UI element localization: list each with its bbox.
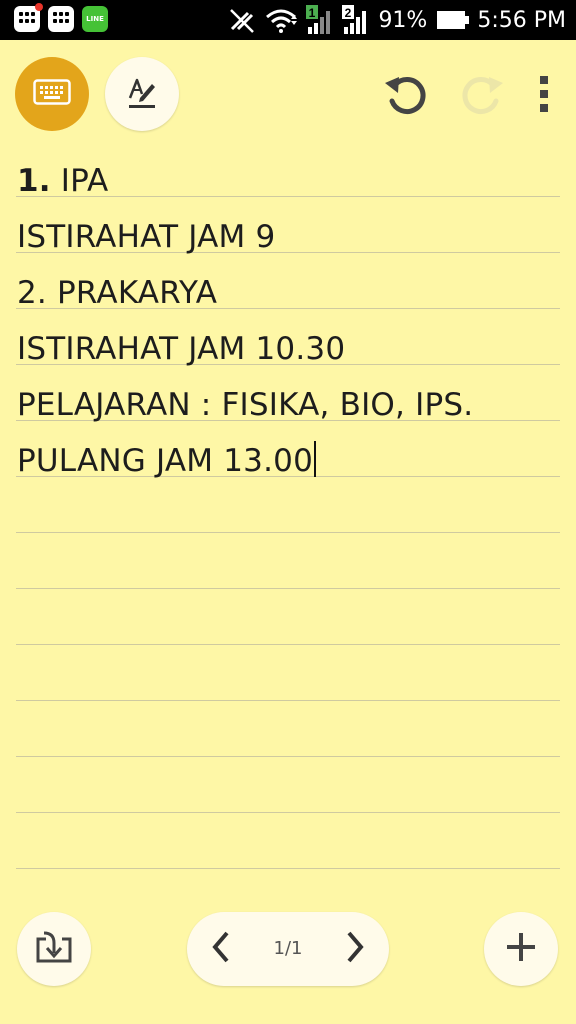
sim2-label: 2 [345, 6, 352, 20]
ruled-line [16, 868, 560, 869]
add-icon [504, 930, 538, 968]
battery-icon [437, 10, 470, 30]
page-navigator: 1/1 [187, 912, 389, 986]
ruled-line [16, 756, 560, 757]
note-line-6: PULANG JAM 13.00 [17, 441, 316, 481]
redo-icon [457, 71, 507, 121]
chevron-right-icon [345, 931, 365, 967]
import-button[interactable] [17, 912, 91, 986]
handwriting-icon [124, 74, 160, 114]
ruled-line [16, 644, 560, 645]
add-page-button[interactable] [484, 912, 558, 986]
note-line-4-text: ISTIRAHAT JAM 10.30 [17, 331, 346, 367]
line-app-icon: LINE [82, 6, 108, 32]
note-line-6-text: PULANG JAM 13.00 [17, 443, 313, 479]
bbm-notification-icon [14, 3, 43, 32]
note-line-4: ISTIRAHAT JAM 10.30 [17, 329, 345, 369]
text-cursor [314, 441, 316, 477]
note-line-2: ISTIRAHAT JAM 9 [17, 217, 275, 257]
keyboard-mode-button[interactable] [15, 57, 89, 131]
undo-icon [381, 71, 431, 121]
note-line-3-text: 2. PRAKARYA [17, 275, 218, 311]
note-line-1: 1. IPA [17, 161, 108, 201]
previous-page-button[interactable] [201, 925, 241, 973]
chevron-left-icon [211, 931, 231, 967]
note-line-5: PELAJARAN : FISIKA, BIO, IPS. [17, 385, 473, 425]
note-line-1-text: IPA [50, 163, 109, 199]
ruled-line [16, 588, 560, 589]
handwriting-mode-button[interactable] [105, 57, 179, 131]
more-options-button[interactable] [530, 70, 558, 122]
ruled-line [16, 700, 560, 701]
no-sync-icon [228, 7, 256, 33]
signal-sim1-icon: 1 [306, 5, 334, 35]
note-line-3: 2. PRAKARYA [17, 273, 217, 313]
status-bar: LINE 1 2 91% 5:56 PM [0, 0, 576, 40]
bbm-icon [48, 6, 74, 32]
sim1-label: 1 [309, 6, 316, 20]
note-line-2-text: ISTIRAHAT JAM 9 [17, 219, 276, 255]
keyboard-icon [33, 79, 71, 109]
signal-sim2-icon: 2 [342, 5, 370, 35]
line-app-label: LINE [86, 15, 104, 23]
page-indicator: 1/1 [273, 938, 303, 959]
note-line-5-text: PELAJARAN : FISIKA, BIO, IPS. [17, 387, 474, 423]
undo-button[interactable] [378, 70, 434, 122]
clock: 5:56 PM [477, 7, 566, 33]
import-icon [34, 929, 74, 969]
more-vert-icon [538, 74, 550, 118]
next-page-button[interactable] [335, 925, 375, 973]
ruled-line [16, 812, 560, 813]
wifi-icon [264, 7, 298, 33]
battery-percent: 91% [378, 7, 428, 33]
ruled-line [16, 532, 560, 533]
note-line-1-number: 1. [17, 163, 51, 199]
redo-button[interactable] [454, 70, 510, 122]
memo-app-screen: LINE 1 2 91% 5:56 PM 1. IPA ISTIRAHAT JA… [0, 0, 576, 1024]
